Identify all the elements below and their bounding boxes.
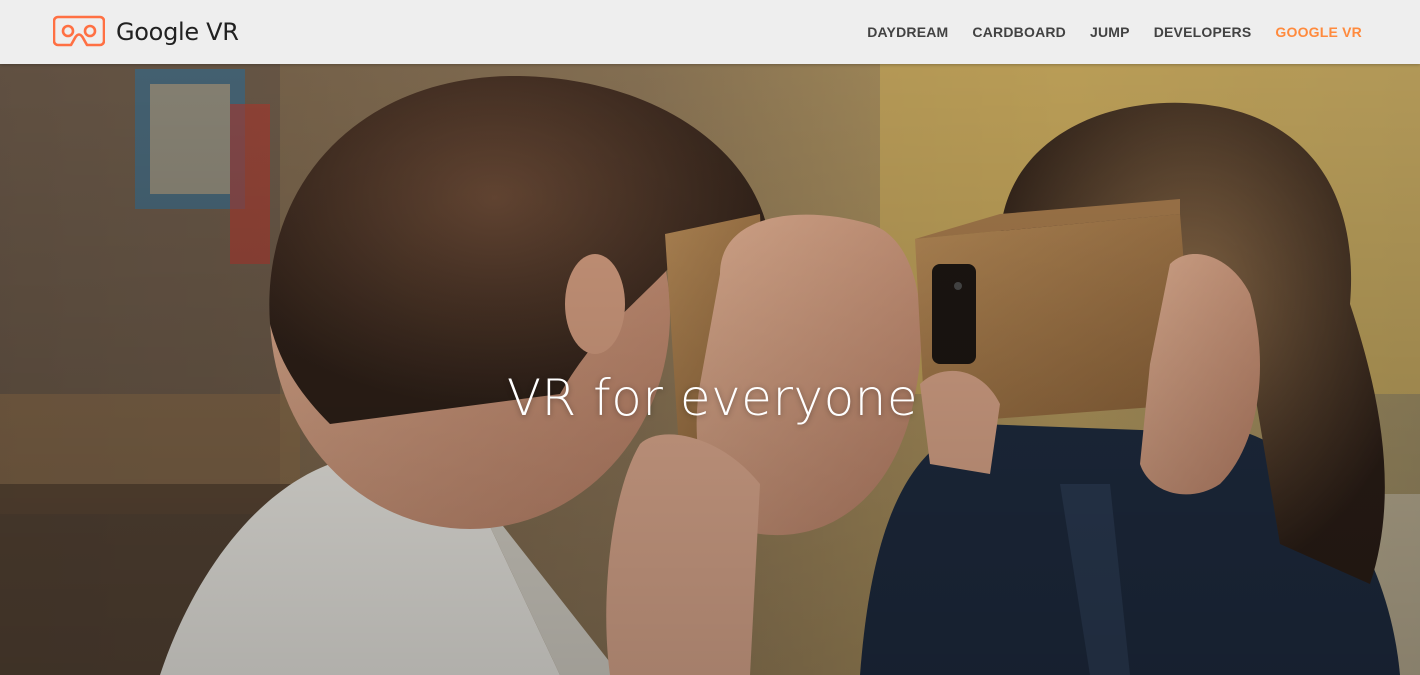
nav-link-jump[interactable]: JUMP — [1078, 0, 1142, 64]
nav-link-developers[interactable]: DEVELOPERS — [1142, 0, 1264, 64]
vr-headset-logo-icon — [53, 15, 105, 47]
nav-link-cardboard[interactable]: CARDBOARD — [960, 0, 1078, 64]
hero-banner: VR for everyone — [0, 64, 1420, 675]
main-nav: DAYDREAM CARDBOARD JUMP DEVELOPERS GOOGL… — [855, 0, 1374, 64]
nav-link-google-vr[interactable]: GOOGLE VR — [1263, 0, 1374, 64]
google-vr-home-link[interactable]: Google VR — [53, 15, 239, 49]
hero-title: VR for everyone — [506, 368, 919, 427]
nav-link-daydream[interactable]: DAYDREAM — [855, 0, 960, 64]
brand-name: Google VR — [116, 18, 239, 46]
top-app-bar: Google VR DAYDREAM CARDBOARD JUMP DEVELO… — [0, 0, 1420, 64]
